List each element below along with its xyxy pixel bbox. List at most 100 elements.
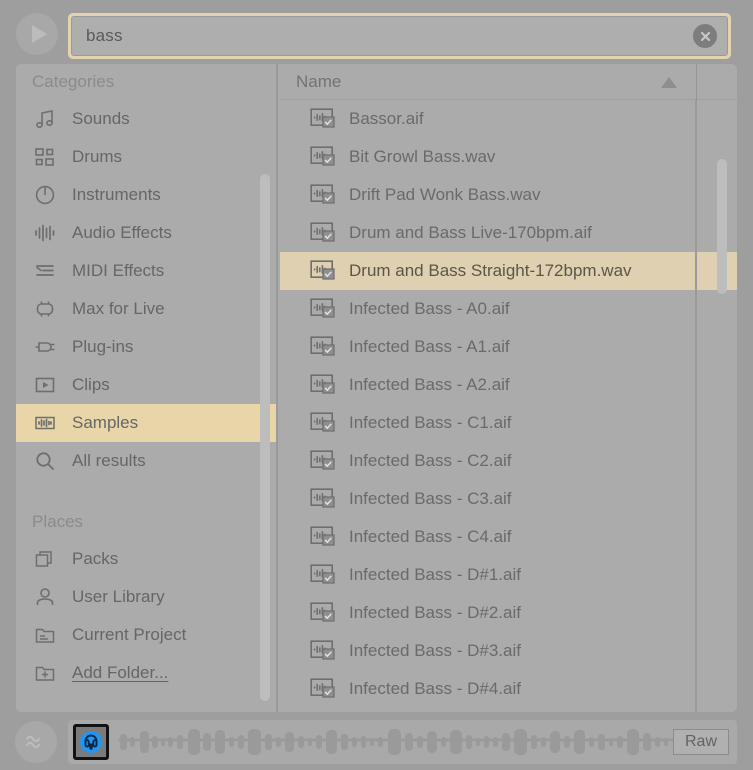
sidebar-section-title-categories: Categories bbox=[32, 72, 115, 91]
headphones-preview-button[interactable] bbox=[73, 724, 109, 760]
file-name-label: Infected Bass - D#2.aif bbox=[349, 603, 521, 622]
file-name-label: Drum and Bass Live-170bpm.aif bbox=[349, 223, 592, 242]
table-row[interactable]: Infected Bass - D#4.aif bbox=[280, 670, 737, 708]
scrollbar-thumb[interactable] bbox=[717, 159, 727, 294]
drum-grid-icon bbox=[32, 144, 58, 170]
table-row[interactable]: Infected Bass - A0.aif bbox=[280, 290, 737, 328]
audio-sample-file-icon bbox=[310, 526, 336, 548]
sidebar-item-add-folder[interactable]: Add Folder... bbox=[16, 654, 276, 692]
waveform-bars-icon bbox=[32, 220, 58, 246]
sidebar-item-label: All results bbox=[72, 451, 146, 470]
search-icon bbox=[32, 448, 58, 474]
sidebar-item-max-for-live[interactable]: Max for Live bbox=[16, 290, 276, 328]
file-name-label: Bassor.aif bbox=[349, 109, 424, 128]
audio-sample-file-icon bbox=[310, 678, 336, 700]
table-row[interactable]: Infected Bass - C3.aif bbox=[280, 480, 737, 518]
file-name-label: Infected Bass - A2.aif bbox=[349, 375, 510, 394]
sidebar-item-packs[interactable]: Packs bbox=[16, 540, 276, 578]
play-button[interactable] bbox=[16, 13, 58, 55]
close-icon-glyph bbox=[700, 31, 710, 41]
audio-sample-file-icon bbox=[310, 184, 336, 206]
audio-sample-file-icon bbox=[310, 488, 336, 510]
search-box[interactable]: bass bbox=[68, 13, 731, 59]
file-name-label: Drum and Bass Straight-172bpm.wav bbox=[349, 261, 632, 280]
column-header-name: Name bbox=[296, 71, 342, 91]
audio-sample-file-icon bbox=[310, 602, 336, 624]
table-row[interactable]: Infected Bass - C4.aif bbox=[280, 518, 737, 556]
table-row[interactable]: Infected Bass - A2.aif bbox=[280, 366, 737, 404]
sidebar-item-midi-effects[interactable]: MIDI Effects bbox=[16, 252, 276, 290]
sort-ascending-arrow-icon[interactable] bbox=[661, 77, 677, 88]
vertical-scrollbar-list[interactable] bbox=[717, 159, 727, 294]
headphones-icon bbox=[80, 731, 102, 753]
play-triangle-icon bbox=[32, 25, 47, 43]
file-name-label: Infected Bass - C2.aif bbox=[349, 451, 512, 470]
table-row[interactable]: Infected Bass - D#2.aif bbox=[280, 594, 737, 632]
audio-sample-file-icon bbox=[310, 260, 336, 282]
sidebar-item-label: Max for Live bbox=[72, 299, 165, 318]
max-device-icon bbox=[32, 296, 58, 322]
sidebar-item-label: Instruments bbox=[72, 185, 161, 204]
table-row[interactable]: Infected Bass - D#1.aif bbox=[280, 556, 737, 594]
audio-sample-file-icon bbox=[310, 564, 336, 586]
clip-play-icon bbox=[32, 372, 58, 398]
sidebar-item-clips[interactable]: Clips bbox=[16, 366, 276, 404]
search-input-value: bass bbox=[86, 26, 123, 45]
sidebar-item-label: User Library bbox=[72, 587, 165, 606]
file-name-label: Infected Bass - D#4.aif bbox=[349, 679, 521, 698]
raw-mode-label: Raw bbox=[684, 733, 717, 750]
user-person-icon bbox=[32, 584, 58, 610]
audio-sample-file-icon bbox=[310, 108, 336, 130]
table-row[interactable]: Infected Bass - A1.aif bbox=[280, 328, 737, 366]
plug-icon bbox=[32, 334, 58, 360]
audio-sample-file-icon bbox=[310, 298, 336, 320]
sidebar-item-samples[interactable]: Samples bbox=[16, 404, 276, 442]
table-row[interactable]: Drum and Bass Live-170bpm.aif bbox=[280, 214, 737, 252]
sidebar-item-label: Audio Effects bbox=[72, 223, 172, 242]
sidebar-item-label: MIDI Effects bbox=[72, 261, 165, 280]
pane-divider bbox=[695, 100, 697, 712]
sidebar-item-label: Sounds bbox=[72, 109, 130, 128]
vertical-scrollbar-sidebar[interactable] bbox=[260, 174, 270, 701]
scrollbar-thumb[interactable] bbox=[260, 174, 270, 701]
audio-sample-file-icon bbox=[310, 336, 336, 358]
sidebar-item-instruments[interactable]: Instruments bbox=[16, 176, 276, 214]
file-name-label: Infected Bass - A1.aif bbox=[349, 337, 510, 356]
sidebar-item-label: Packs bbox=[72, 549, 119, 568]
sidebar-item-label: Drums bbox=[72, 147, 123, 166]
column-header-row[interactable]: Name bbox=[280, 64, 737, 100]
audio-waveform-preview[interactable] bbox=[118, 724, 678, 760]
midi-lines-icon bbox=[32, 258, 58, 284]
file-name-label: Infected Bass - C3.aif bbox=[349, 489, 512, 508]
sidebar-item-plug-ins[interactable]: Plug-ins bbox=[16, 328, 276, 366]
file-list-pane: Name Bassor.aif Bit Growl Bass.wav Drift P… bbox=[280, 64, 737, 712]
search-input[interactable]: bass bbox=[71, 16, 728, 56]
file-name-label: Infected Bass - C4.aif bbox=[349, 527, 512, 546]
packs-stack-icon bbox=[32, 546, 58, 572]
file-list: Bassor.aif Bit Growl Bass.wav Drift Pad Wo… bbox=[280, 100, 737, 708]
file-name-label: Bit Growl Bass.wav bbox=[349, 147, 496, 166]
sidebar-item-current-project[interactable]: Current Project bbox=[16, 616, 276, 654]
file-name-label: Drift Pad Wonk Bass.wav bbox=[349, 185, 541, 204]
table-row[interactable]: Bassor.aif bbox=[280, 100, 737, 138]
table-row[interactable]: Infected Bass - C2.aif bbox=[280, 442, 737, 480]
sample-wave-icon bbox=[32, 410, 58, 436]
sidebar-item-label: Current Project bbox=[72, 625, 187, 644]
sidebar-item-user-library[interactable]: User Library bbox=[16, 578, 276, 616]
close-circle-icon[interactable] bbox=[693, 24, 717, 48]
audio-sample-file-icon bbox=[310, 374, 336, 396]
raw-mode-button[interactable]: Raw bbox=[673, 729, 729, 755]
table-row[interactable]: Bit Growl Bass.wav bbox=[280, 138, 737, 176]
table-row-selected[interactable]: Drum and Bass Straight-172bpm.wav bbox=[280, 252, 737, 290]
column-divider bbox=[696, 64, 697, 100]
sidebar-item-sounds[interactable]: Sounds bbox=[16, 100, 276, 138]
table-row[interactable]: Infected Bass - C1.aif bbox=[280, 404, 737, 442]
preview-waveform-strip[interactable]: Raw bbox=[68, 720, 737, 764]
sidebar-item-drums[interactable]: Drums bbox=[16, 138, 276, 176]
sidebar-item-label: Samples bbox=[72, 413, 139, 432]
table-row[interactable]: Infected Bass - D#3.aif bbox=[280, 632, 737, 670]
sidebar-item-audio-effects[interactable]: Audio Effects bbox=[16, 214, 276, 252]
table-row[interactable]: Drift Pad Wonk Bass.wav bbox=[280, 176, 737, 214]
sidebar-item-all-results[interactable]: All results bbox=[16, 442, 276, 480]
sine-wave-button[interactable] bbox=[15, 721, 57, 763]
